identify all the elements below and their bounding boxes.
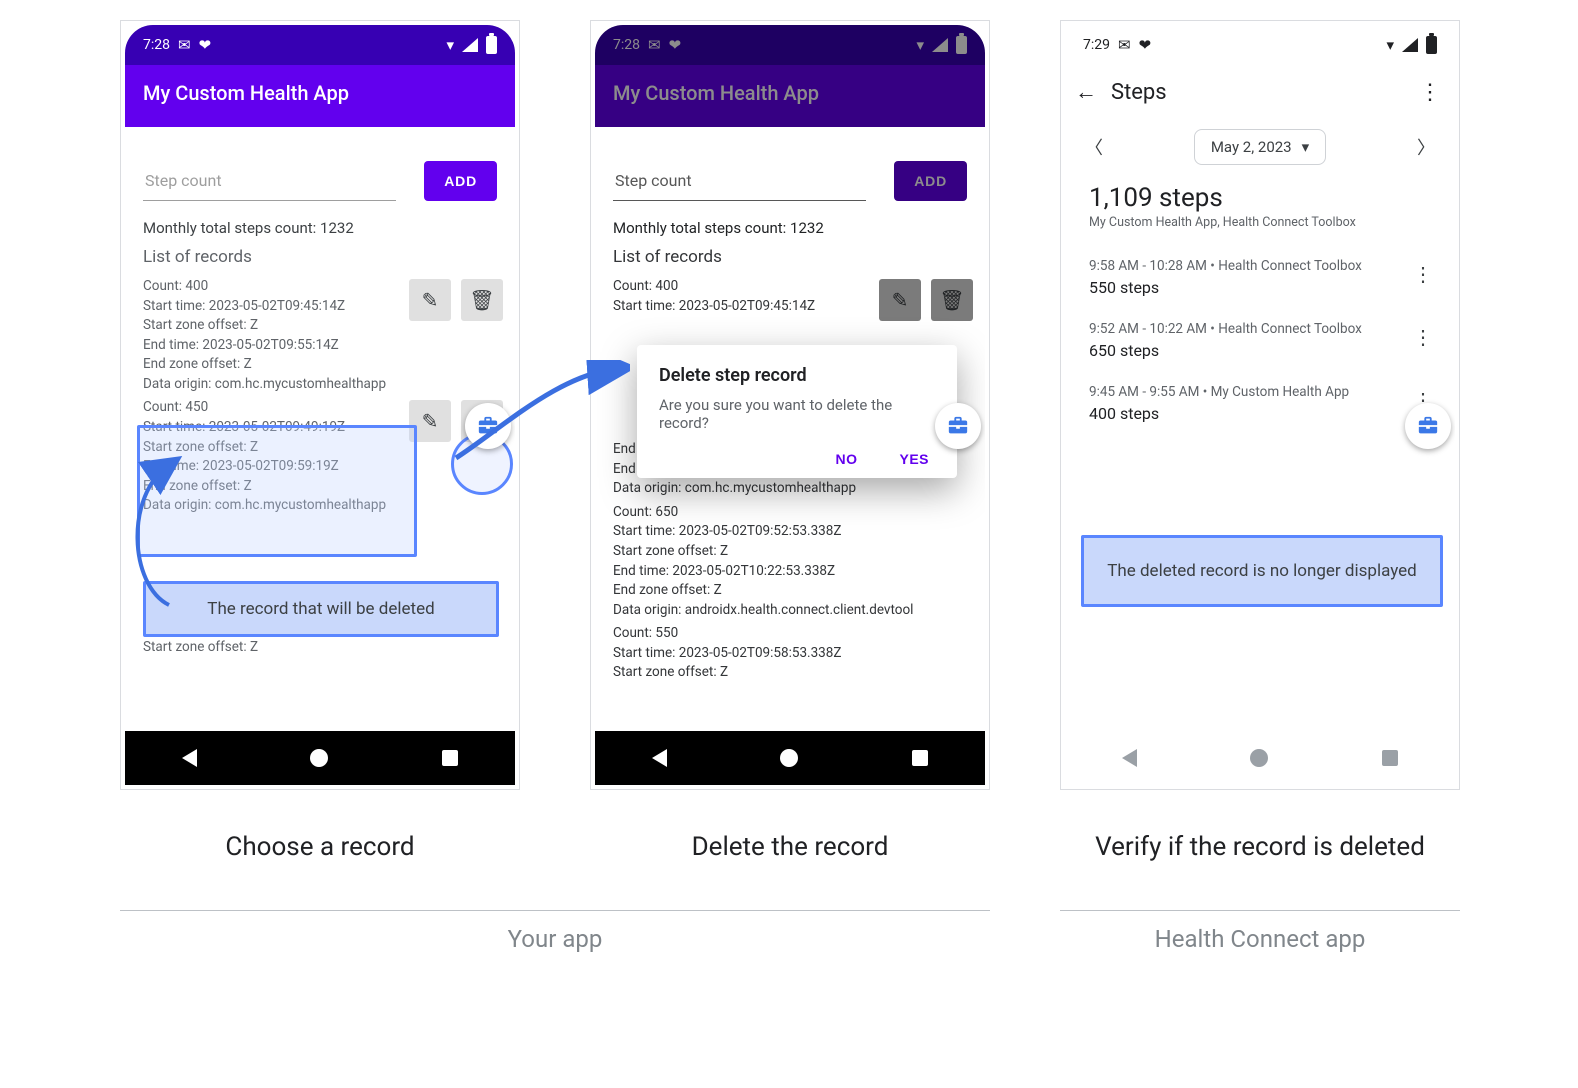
data-sources: My Custom Health App, Health Connect Too… [1065,213,1455,248]
phone-verify-record: 7:29 ✉ ❤ ▾ ← Steps ⋮ [1060,20,1460,882]
step-entry[interactable]: 9:45 AM - 9:55 AM • My Custom Health App… [1065,374,1455,437]
phone-caption: Verify if the record is deleted [1095,812,1425,882]
system-nav-bar [1065,731,1455,785]
add-button[interactable]: ADD [894,161,967,201]
battery-icon [956,36,967,54]
step-count-input[interactable]: Step count [613,165,866,201]
dropdown-icon: ▾ [1302,138,1310,156]
delete-button[interactable]: 🗑 [931,279,973,321]
nav-recent-icon[interactable] [912,750,928,766]
wifi-icon: ▾ [916,38,924,53]
record-item: Count: 650 Start time: 2023-05-02T09:52:… [613,503,967,624]
edit-button[interactable]: ✎ [409,400,451,442]
group-your-app: Your app [120,892,990,953]
phone-delete-record: 7:28 ✉ ❤ ▾ My Custom Health App [590,20,990,882]
monthly-total: Monthly total steps count: 1232 [143,219,497,237]
heart-icon: ❤ [1139,38,1152,53]
phone-caption: Delete the record [692,812,889,882]
dialog-no-button[interactable]: NO [829,450,863,468]
status-bar: 7:28 ✉ ❤ ▾ [595,25,985,65]
system-nav-bar [595,731,985,785]
record-item: Count: 400 Start time: 2023-05-02T09:45:… [143,277,497,398]
wifi-icon: ▾ [1386,38,1394,53]
record-item: Count: 550 Start time: 2023-05-02T09:58:… [613,624,967,687]
wifi-icon: ▾ [446,38,454,53]
edit-button[interactable]: ✎ [879,279,921,321]
battery-icon [1426,36,1437,54]
add-button[interactable]: ADD [424,161,497,201]
dialog-title: Delete step record [659,365,935,386]
date-picker[interactable]: May 2, 2023 ▾ [1194,129,1326,165]
monthly-total: Monthly total steps count: 1232 [613,219,967,237]
signal-icon [1402,38,1418,52]
heart-icon: ❤ [669,38,682,53]
mail-icon: ✉ [648,38,661,53]
nav-back-icon[interactable] [1122,749,1137,767]
record-item: Count: 450 Start time: 2023-05-02T09:49:… [143,398,497,519]
status-bar: 7:28 ✉ ❤ ▾ [125,25,515,65]
next-day-icon[interactable]: 〉 [1417,134,1435,160]
toolbox-fab[interactable] [465,403,511,449]
nav-home-icon[interactable] [780,749,798,767]
nav-back-icon[interactable] [652,749,667,767]
dialog-yes-button[interactable]: YES [893,450,935,468]
total-steps: 1,109 steps [1065,183,1455,213]
list-header: List of records [143,247,497,267]
step-entry[interactable]: 9:58 AM - 10:28 AM • Health Connect Tool… [1065,248,1455,311]
nav-home-icon[interactable] [1250,749,1268,767]
more-icon[interactable]: ⋮ [1419,80,1441,105]
more-icon[interactable]: ⋮ [1413,325,1433,349]
list-header: List of records [613,247,967,267]
signal-icon [462,38,478,52]
signal-icon [932,38,948,52]
toolbox-fab[interactable] [935,403,981,449]
back-icon[interactable]: ← [1075,79,1097,105]
delete-button[interactable]: 🗑 [461,279,503,321]
app-title: My Custom Health App [125,65,515,127]
status-bar: 7:29 ✉ ❤ ▾ [1065,25,1455,65]
phone-choose-record: 7:28 ✉ ❤ ▾ My Custom Health App [120,20,520,882]
status-time: 7:28 [613,37,640,53]
edit-button[interactable]: ✎ [409,279,451,321]
mail-icon: ✉ [178,38,191,53]
status-time: 7:28 [143,37,170,53]
more-icon[interactable]: ⋮ [1413,262,1433,286]
annotation-note: The record that will be deleted [143,581,499,637]
prev-day-icon[interactable]: 〈 [1085,134,1103,160]
nav-recent-icon[interactable] [442,750,458,766]
app-title: My Custom Health App [595,65,985,127]
nav-home-icon[interactable] [310,749,328,767]
page-title: Steps [1111,80,1167,105]
dialog-body: Are you sure you want to delete the reco… [659,396,935,432]
heart-icon: ❤ [199,38,212,53]
battery-icon [486,36,497,54]
system-nav-bar [125,731,515,785]
group-health-connect: Health Connect app [1060,892,1460,953]
step-count-input[interactable]: Step count [143,165,396,201]
step-entry[interactable]: 9:52 AM - 10:22 AM • Health Connect Tool… [1065,311,1455,374]
status-time: 7:29 [1083,37,1110,53]
nav-back-icon[interactable] [182,749,197,767]
delete-confirm-dialog: Delete step record Are you sure you want… [637,345,957,478]
toolbox-fab[interactable] [1405,403,1451,449]
nav-recent-icon[interactable] [1382,750,1398,766]
annotation-note: The deleted record is no longer displaye… [1081,535,1443,607]
phone-caption: Choose a record [225,812,414,882]
mail-icon: ✉ [1118,38,1131,53]
